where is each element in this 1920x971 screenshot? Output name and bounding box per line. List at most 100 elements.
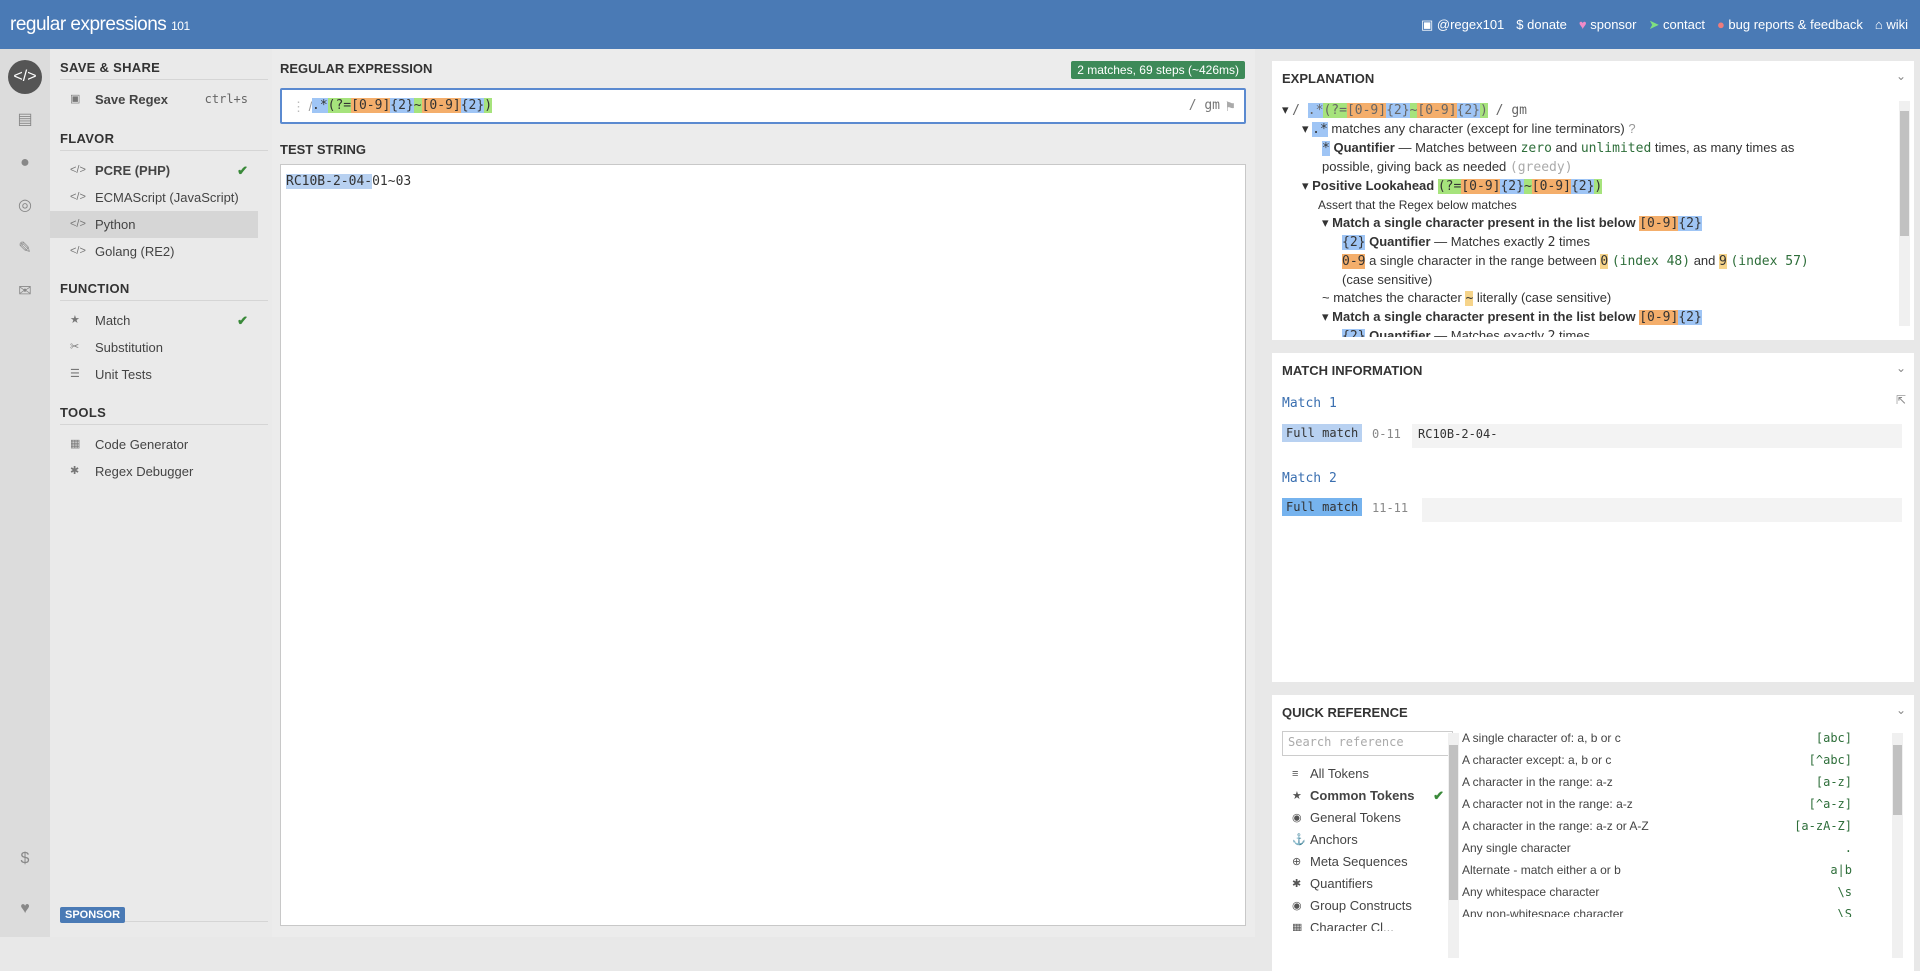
regex-token-quantifier: {2} (390, 98, 414, 113)
token-row[interactable]: A character in the range: a-z [a-z] (1452, 771, 1852, 793)
token-code: . (1844, 841, 1852, 855)
bug-report-link[interactable]: ● bug reports & feedback (1717, 17, 1863, 33)
save-shortcut: ctrl+s (204, 92, 248, 106)
token-code: [abc] (1815, 731, 1852, 745)
match-count-badge: 2 matches, 69 steps (~426ms) (1071, 61, 1245, 79)
user-icon[interactable]: ● (8, 146, 42, 180)
flag-icon[interactable]: ⚑ (1224, 99, 1236, 115)
divider (60, 300, 268, 301)
asterisk-icon: ✱ (1292, 878, 1302, 890)
flavor-pcre-label: PCRE (PHP) (95, 163, 171, 178)
category-common-tokens[interactable]: ★ Common Tokens ✔ (1282, 785, 1452, 807)
sponsor-link[interactable]: ♥ sponsor (1579, 17, 1637, 33)
category-general-tokens[interactable]: ◉ General Tokens (1282, 807, 1452, 829)
token-desc: Any whitespace character (1462, 885, 1600, 899)
book-icon[interactable]: ▤ (8, 103, 42, 137)
flavor-python[interactable]: </> Python (50, 211, 258, 238)
token-code: [a-zA-Z] (1794, 819, 1852, 833)
heart-icon[interactable]: ♥ (8, 892, 42, 926)
scrollbar-thumb[interactable] (1893, 745, 1902, 815)
tool-regex-debugger[interactable]: ✱ Regex Debugger (50, 458, 258, 485)
explanation-line: {2} Quantifier — Matches exactly 2 times (1342, 234, 1591, 250)
function-substitution-label: Substitution (95, 340, 163, 355)
check-icon: ✔ (237, 163, 248, 178)
code-icon: </> (70, 245, 86, 257)
save-regex-button[interactable]: ▣ Save Regex ctrl+s (50, 86, 258, 113)
chevron-down-icon[interactable]: ⌄ (1896, 703, 1906, 717)
category-meta-sequences[interactable]: ⊕ Meta Sequences (1282, 851, 1452, 873)
test-string-input[interactable]: RC10B-2-04-01~03 (280, 164, 1246, 926)
test-string-text: RC10B-2-04-01~03 (286, 174, 411, 189)
flavor-pcre[interactable]: </> PCRE (PHP) ✔ (50, 157, 258, 184)
match-2-row: Full match 11-11 (1282, 498, 1902, 522)
function-substitution[interactable]: ✂ Substitution (50, 334, 258, 361)
token-scrollbar[interactable] (1892, 733, 1903, 958)
database-icon: ≡ (1292, 768, 1299, 780)
star-icon: ★ (70, 314, 80, 326)
match-range: 11-11 (1372, 501, 1409, 515)
match-2-label: Match 2 (1282, 471, 1337, 486)
explanation-card: EXPLANATION ⌄ ▾ / .*(?=[0-9]{2}~[0-9]{2}… (1272, 61, 1914, 340)
tool-regex-debugger-label: Regex Debugger (95, 464, 194, 479)
explanation-line: 0-9 a single character in the range betw… (1342, 253, 1809, 269)
tool-code-generator[interactable]: ▦ Code Generator (50, 431, 258, 458)
check-icon: ✔ (237, 313, 248, 328)
chevron-down-icon[interactable]: ⌄ (1896, 69, 1906, 83)
scrollbar-thumb[interactable] (1900, 111, 1909, 236)
dollar-icon[interactable]: $ (8, 842, 42, 876)
category-character-classes[interactable]: ▦ Character Cl... (1282, 917, 1452, 931)
test-string-rest: 01~03 (372, 174, 412, 189)
category-all-tokens[interactable]: ≡ All Tokens (1282, 763, 1452, 785)
reference-search-input[interactable]: Search reference (1282, 731, 1453, 756)
flavor-python-label: Python (95, 217, 136, 232)
explanation-scrollbar[interactable] (1899, 101, 1910, 326)
token-desc: Any single character (1462, 841, 1571, 855)
explanation-heading: EXPLANATION (1282, 71, 1375, 86)
regex-flags[interactable]: / gm (1189, 98, 1220, 113)
category-quantifiers[interactable]: ✱ Quantifiers (1282, 873, 1452, 895)
token-row[interactable]: A character in the range: a-z or A-Z [a-z… (1452, 815, 1852, 837)
token-row[interactable]: Any non-whitespace character \S (1452, 903, 1852, 917)
sponsor-link-label: sponsor (1590, 17, 1637, 32)
category-anchors[interactable]: ⚓ Anchors (1282, 829, 1452, 851)
match-1-row: Full match 0-11 RC10B-2-04- (1282, 424, 1902, 448)
category-label: Quantifiers (1310, 876, 1373, 891)
token-row[interactable]: A character not in the range: a-z [^a-z] (1452, 793, 1852, 815)
wiki-link-label: wiki (1886, 17, 1908, 32)
token-row[interactable]: A single character of: a, b or c [abc] (1452, 727, 1852, 749)
wiki-link[interactable]: ⌂ wiki (1875, 17, 1908, 33)
bug-icon: ✱ (70, 465, 80, 477)
category-group-constructs[interactable]: ◉ Group Constructs (1282, 895, 1452, 917)
function-match[interactable]: ★ Match ✔ (50, 307, 258, 334)
donate-link[interactable]: $ donate (1516, 17, 1567, 33)
export-icon[interactable]: ⇱ (1896, 393, 1906, 407)
wrench-icon[interactable]: ✎ (8, 232, 42, 266)
regex-token-charclass: [0-9] (351, 98, 391, 113)
bug-icon: ● (1716, 17, 1725, 32)
code-icon[interactable]: </> (8, 60, 42, 94)
token-row[interactable]: Alternate - match either a or b a|b (1452, 859, 1852, 881)
token-row[interactable]: A character except: a, b or c [^abc] (1452, 749, 1852, 771)
test-string-heading: TEST STRING (280, 142, 366, 157)
flavor-golang[interactable]: </> Golang (RE2) (50, 238, 258, 265)
top-links: ▣ @regex101 $ donate ♥ sponsor ➤ contact… (1421, 17, 1908, 33)
logo[interactable]: regular expressions 101 (10, 14, 190, 36)
contact-link[interactable]: ➤ contact (1648, 17, 1704, 33)
flavor-ecmascript[interactable]: </> ECMAScript (JavaScript) (50, 184, 258, 211)
token-desc: A character except: a, b or c (1462, 753, 1612, 767)
twitter-link-label: @regex101 (1436, 17, 1505, 32)
chat-icon[interactable]: ✉ (8, 275, 42, 309)
flavor-ecmascript-label: ECMAScript (JavaScript) (95, 190, 239, 205)
chevron-down-icon[interactable]: ⌄ (1896, 361, 1906, 375)
divider (60, 79, 268, 80)
token-code: [^abc] (1808, 753, 1852, 767)
token-row[interactable]: Any whitespace character \s (1452, 881, 1852, 903)
glasses-icon[interactable]: ◎ (8, 189, 42, 223)
token-row[interactable]: Any single character. (1452, 837, 1852, 859)
token-desc: Any non-whitespace character (1462, 907, 1624, 917)
twitter-link[interactable]: ▣ @regex101 (1421, 17, 1504, 33)
sponsor-badge[interactable]: SPONSOR (60, 907, 126, 923)
function-unit-tests[interactable]: ☰ Unit Tests (50, 361, 258, 388)
regex-input[interactable]: ⋮ / .*(?=[0-9]{2}~[0-9]{2}) / gm ⚑ (280, 88, 1246, 124)
circle-dot-icon: ◉ (1292, 900, 1302, 912)
